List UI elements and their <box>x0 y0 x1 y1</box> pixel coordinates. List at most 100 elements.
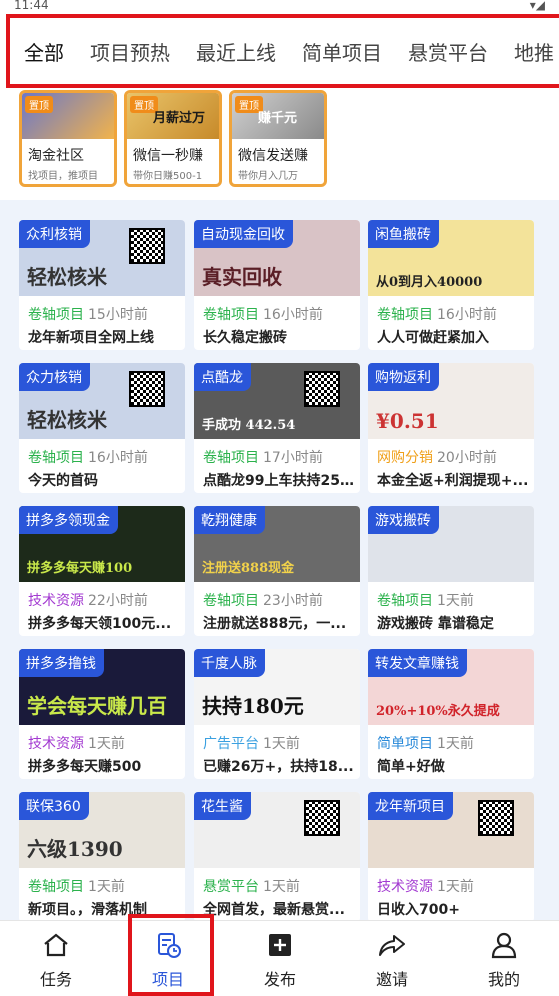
project-card[interactable]: 龙年新项目 技术资源 1天前 日收入700+ <box>368 792 534 920</box>
project-tag: 联保360 <box>19 792 89 820</box>
project-grid: 轻松核米 众利核销 卷轴项目 15小时前 龙年新项目全网上线 真实回收 自动现金回收 卷轴项目… <box>0 200 559 920</box>
featured-art-text: 月薪过万 <box>153 111 206 126</box>
project-meta: 简单项目 1天前 <box>377 733 474 753</box>
featured-art-text: 赚千元 <box>258 111 298 126</box>
project-tag: 花生酱 <box>194 792 251 820</box>
project-time: 1天前 <box>437 593 474 609</box>
project-time: 1天前 <box>263 736 300 752</box>
tab-reward[interactable]: 悬赏平台 <box>408 37 488 66</box>
featured-card[interactable]: 置顶 赚千元 微信发送赚 带你月入几万 <box>229 90 327 187</box>
thumbnail-text: 注册送888现金 <box>202 561 295 576</box>
project-tag: 游戏搬砖 <box>368 506 439 534</box>
thumbnail-text: 学会每天赚几百 <box>27 694 167 718</box>
nav-tasks[interactable]: 任务 <box>0 921 112 996</box>
project-card[interactable]: 轻松核米 众力核销卷轴项目 16小时前今天的首码 <box>19 363 185 493</box>
featured-desc: 找项目，推项目 <box>28 171 98 182</box>
featured-card[interactable]: 置顶 淘金社区 找项目，推项目 <box>19 90 117 187</box>
qr-code-icon <box>304 371 340 407</box>
project-title: 拼多多每天赚500 <box>28 759 142 775</box>
featured-thumbnail: 置顶 月薪过万 <box>127 93 219 139</box>
highlight-box <box>128 914 214 996</box>
project-tag: 点酷龙 <box>194 363 251 391</box>
tab-simple[interactable]: 简单项目 <box>302 37 382 66</box>
nav-label: 发布 <box>263 970 296 989</box>
project-meta: 网购分销 20小时前 <box>377 447 497 467</box>
project-meta: 卷轴项目 15小时前 <box>28 304 148 324</box>
pinned-badge: 置顶 <box>25 96 53 113</box>
thumbnail-text: 六级1390 <box>27 837 123 861</box>
thumbnail-text: 真实回收 <box>202 265 282 289</box>
project-title: 今天的首码 <box>28 473 98 489</box>
publish-icon <box>269 934 291 956</box>
project-card[interactable]: 花生酱 悬赏平台 1天前 全网首发，最新悬赏... <box>194 792 360 920</box>
thumbnail-text: 手成功 442.54 <box>202 418 296 433</box>
thumbnail-text: 轻松核米 <box>27 408 107 432</box>
project-category: 卷轴项目 <box>377 307 433 323</box>
status-time: 11:44 <box>14 0 49 12</box>
featured-name: 淘金社区 <box>28 148 84 164</box>
featured-strip: 置顶 淘金社区 找项目，推项目 置顶 月薪过万 微信一秒赚 带你日赚500-1 … <box>0 88 559 200</box>
status-icons: ▾◢ <box>529 0 545 12</box>
project-title: 龙年新项目全网上线 <box>28 330 154 346</box>
project-thumbnail: 拼多多每天赚100 拼多多领现金 <box>19 506 185 582</box>
tab-recent[interactable]: 最近上线 <box>196 37 276 66</box>
category-tabs: 全部 项目预热 最近上线 简单项目 悬赏平台 地推 <box>6 14 559 88</box>
featured-desc: 带你日赚500-1 <box>133 171 203 182</box>
project-tag: 购物返利 <box>368 363 439 391</box>
project-card[interactable]: 手成功 442.54 点酷龙 卷轴项目 17小时前 点酷龙99上车扶持25... <box>194 363 360 493</box>
project-thumbnail: 游戏搬砖 <box>368 506 534 582</box>
project-category: 技术资源 <box>28 593 84 609</box>
thumbnail-text: 轻松核米 <box>27 265 107 289</box>
project-time: 16小时前 <box>88 450 148 466</box>
project-thumbnail: 扶持180元 千度人脉 <box>194 649 360 725</box>
nav-mine[interactable]: 我的 <box>448 921 559 996</box>
project-time: 1天前 <box>437 879 474 895</box>
nav-publish[interactable]: 发布 <box>224 921 336 996</box>
project-tag: 众力核销 <box>19 363 90 391</box>
project-meta: 技术资源 1天前 <box>28 733 125 753</box>
qr-code-icon <box>304 800 340 836</box>
project-category: 广告平台 <box>203 736 259 752</box>
project-card[interactable]: 拼多多每天赚100 拼多多领现金 技术资源 22小时前 拼多多每天领100元... <box>19 506 185 636</box>
tab-offline[interactable]: 地推 <box>514 37 554 66</box>
project-time: 16小时前 <box>437 307 497 323</box>
project-meta: 卷轴项目 23小时前 <box>203 590 323 610</box>
project-time: 23小时前 <box>263 593 323 609</box>
tab-preheat[interactable]: 项目预热 <box>90 37 170 66</box>
project-card[interactable]: 注册送888现金 乾翔健康 卷轴项目 23小时前 注册就送888元，一... <box>194 506 360 636</box>
project-category: 卷轴项目 <box>377 593 433 609</box>
project-card[interactable]: 游戏搬砖 卷轴项目 1天前 游戏搬砖 靠谱稳定 <box>368 506 534 636</box>
project-card[interactable]: 学会每天赚几百 拼多多撸钱技术资源 1天前拼多多每天赚500 <box>19 649 185 779</box>
thumbnail-text: 从0到月入40000 <box>376 275 483 290</box>
project-thumbnail: 学会每天赚几百 拼多多撸钱 <box>19 649 185 725</box>
project-card[interactable]: 20%+10%永久提成 转发文章赚钱 简单项目 1天前 简单+好做 <box>368 649 534 779</box>
thumbnail-text: ¥0.51 <box>376 409 439 433</box>
project-time: 16小时前 <box>263 307 323 323</box>
project-title: 注册就送888元，一... <box>203 616 347 632</box>
project-time: 1天前 <box>263 879 300 895</box>
project-title: 日收入700+ <box>377 902 460 918</box>
project-meta: 卷轴项目 17小时前 <box>203 447 323 467</box>
project-category: 技术资源 <box>377 879 433 895</box>
project-meta: 卷轴项目 16小时前 <box>28 447 148 467</box>
project-category: 网购分销 <box>377 450 433 466</box>
project-time: 15小时前 <box>88 307 148 323</box>
qr-code-icon <box>129 228 165 264</box>
featured-card[interactable]: 置顶 月薪过万 微信一秒赚 带你日赚500-1 <box>124 90 222 187</box>
project-card[interactable]: 六级1390 联保360 卷轴项目 1天前 新项目。，滑落机制 <box>19 792 185 920</box>
project-category: 简单项目 <box>377 736 433 752</box>
tab-all[interactable]: 全部 <box>24 37 64 66</box>
project-card[interactable]: 真实回收 自动现金回收 卷轴项目 16小时前 长久稳定搬砖 <box>194 220 360 350</box>
project-card[interactable]: 扶持180元 千度人脉 广告平台 1天前 已赚26万+，扶持18... <box>194 649 360 779</box>
nav-invite[interactable]: 邀请 <box>336 921 448 996</box>
project-card[interactable]: ¥0.51 购物返利 网购分销 20小时前 本金全返+利润提现+... <box>368 363 534 493</box>
project-category: 卷轴项目 <box>203 307 259 323</box>
project-thumbnail: ¥0.51 购物返利 <box>368 363 534 439</box>
user-icon <box>491 932 517 959</box>
project-card[interactable]: 轻松核米 众利核销 卷轴项目 15小时前 龙年新项目全网上线 <box>19 220 185 350</box>
project-meta: 技术资源 22小时前 <box>28 590 148 610</box>
project-card[interactable]: 从0到月入40000 闲鱼搬砖 卷轴项目 16小时前 人人可做赶紧加入 <box>368 220 534 350</box>
nav-label: 任务 <box>39 970 72 989</box>
project-tag: 拼多多撸钱 <box>19 649 104 677</box>
project-category: 卷轴项目 <box>28 307 84 323</box>
